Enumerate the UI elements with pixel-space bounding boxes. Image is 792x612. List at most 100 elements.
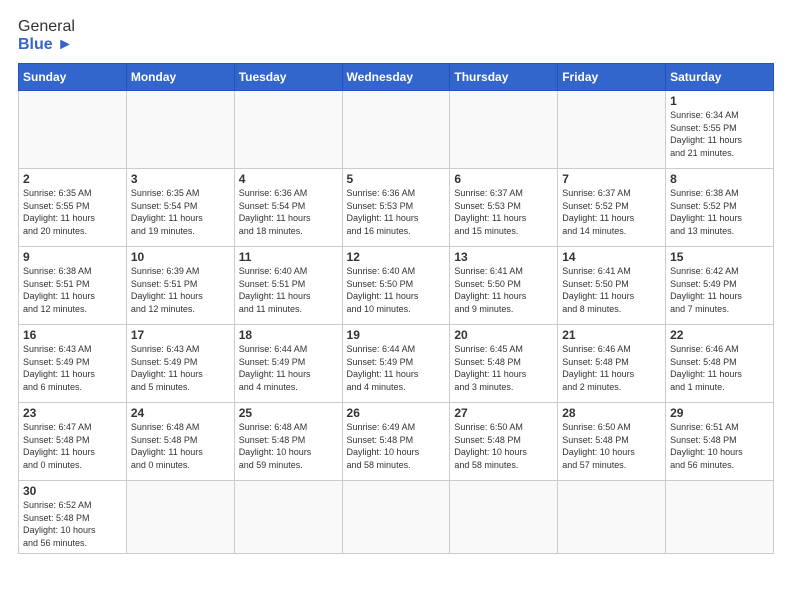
day-number: 4 — [239, 172, 338, 186]
day-number: 15 — [670, 250, 769, 264]
day-info: Sunrise: 6:48 AM Sunset: 5:48 PM Dayligh… — [239, 421, 338, 471]
calendar-cell: 20Sunrise: 6:45 AM Sunset: 5:48 PM Dayli… — [450, 325, 558, 403]
day-number: 16 — [23, 328, 122, 342]
day-info: Sunrise: 6:38 AM Sunset: 5:51 PM Dayligh… — [23, 265, 122, 315]
day-number: 14 — [562, 250, 661, 264]
day-info: Sunrise: 6:49 AM Sunset: 5:48 PM Dayligh… — [347, 421, 446, 471]
day-number: 29 — [670, 406, 769, 420]
calendar-cell: 29Sunrise: 6:51 AM Sunset: 5:48 PM Dayli… — [666, 403, 774, 481]
day-number: 21 — [562, 328, 661, 342]
day-info: Sunrise: 6:43 AM Sunset: 5:49 PM Dayligh… — [131, 343, 230, 393]
day-info: Sunrise: 6:41 AM Sunset: 5:50 PM Dayligh… — [454, 265, 553, 315]
day-number: 3 — [131, 172, 230, 186]
day-info: Sunrise: 6:44 AM Sunset: 5:49 PM Dayligh… — [239, 343, 338, 393]
day-number: 18 — [239, 328, 338, 342]
logo-general: General — [18, 18, 75, 36]
calendar-cell: 11Sunrise: 6:40 AM Sunset: 5:51 PM Dayli… — [234, 247, 342, 325]
day-info: Sunrise: 6:42 AM Sunset: 5:49 PM Dayligh… — [670, 265, 769, 315]
day-info: Sunrise: 6:47 AM Sunset: 5:48 PM Dayligh… — [23, 421, 122, 471]
day-number: 19 — [347, 328, 446, 342]
day-info: Sunrise: 6:41 AM Sunset: 5:50 PM Dayligh… — [562, 265, 661, 315]
calendar-cell — [666, 481, 774, 553]
calendar-cell — [342, 481, 450, 553]
day-number: 23 — [23, 406, 122, 420]
day-info: Sunrise: 6:35 AM Sunset: 5:54 PM Dayligh… — [131, 187, 230, 237]
calendar-cell: 30Sunrise: 6:52 AM Sunset: 5:48 PM Dayli… — [19, 481, 127, 553]
day-number: 13 — [454, 250, 553, 264]
col-header-thursday: Thursday — [450, 64, 558, 91]
day-number: 24 — [131, 406, 230, 420]
day-number: 27 — [454, 406, 553, 420]
calendar-week-row: 16Sunrise: 6:43 AM Sunset: 5:49 PM Dayli… — [19, 325, 774, 403]
day-info: Sunrise: 6:52 AM Sunset: 5:48 PM Dayligh… — [23, 499, 122, 549]
day-info: Sunrise: 6:37 AM Sunset: 5:52 PM Dayligh… — [562, 187, 661, 237]
col-header-tuesday: Tuesday — [234, 64, 342, 91]
logo-container: General Blue ► — [18, 18, 75, 53]
calendar-cell: 14Sunrise: 6:41 AM Sunset: 5:50 PM Dayli… — [558, 247, 666, 325]
page: General Blue ► SundayMondayTuesdayWednes… — [0, 0, 792, 564]
day-info: Sunrise: 6:40 AM Sunset: 5:51 PM Dayligh… — [239, 265, 338, 315]
calendar-cell: 22Sunrise: 6:46 AM Sunset: 5:48 PM Dayli… — [666, 325, 774, 403]
calendar-week-row: 9Sunrise: 6:38 AM Sunset: 5:51 PM Daylig… — [19, 247, 774, 325]
calendar-cell: 28Sunrise: 6:50 AM Sunset: 5:48 PM Dayli… — [558, 403, 666, 481]
day-info: Sunrise: 6:44 AM Sunset: 5:49 PM Dayligh… — [347, 343, 446, 393]
day-number: 20 — [454, 328, 553, 342]
calendar-header-row: SundayMondayTuesdayWednesdayThursdayFrid… — [19, 64, 774, 91]
day-number: 5 — [347, 172, 446, 186]
day-number: 9 — [23, 250, 122, 264]
calendar-cell: 3Sunrise: 6:35 AM Sunset: 5:54 PM Daylig… — [126, 169, 234, 247]
day-number: 17 — [131, 328, 230, 342]
day-info: Sunrise: 6:48 AM Sunset: 5:48 PM Dayligh… — [131, 421, 230, 471]
col-header-monday: Monday — [126, 64, 234, 91]
calendar-table: SundayMondayTuesdayWednesdayThursdayFrid… — [18, 63, 774, 553]
day-info: Sunrise: 6:45 AM Sunset: 5:48 PM Dayligh… — [454, 343, 553, 393]
day-number: 6 — [454, 172, 553, 186]
calendar-cell: 1Sunrise: 6:34 AM Sunset: 5:55 PM Daylig… — [666, 91, 774, 169]
col-header-sunday: Sunday — [19, 64, 127, 91]
day-info: Sunrise: 6:38 AM Sunset: 5:52 PM Dayligh… — [670, 187, 769, 237]
day-info: Sunrise: 6:34 AM Sunset: 5:55 PM Dayligh… — [670, 109, 769, 159]
day-number: 25 — [239, 406, 338, 420]
day-number: 12 — [347, 250, 446, 264]
calendar-cell — [234, 91, 342, 169]
col-header-saturday: Saturday — [666, 64, 774, 91]
calendar-cell: 4Sunrise: 6:36 AM Sunset: 5:54 PM Daylig… — [234, 169, 342, 247]
logo-blue: Blue ► — [18, 36, 73, 54]
day-info: Sunrise: 6:51 AM Sunset: 5:48 PM Dayligh… — [670, 421, 769, 471]
day-number: 7 — [562, 172, 661, 186]
calendar-cell: 10Sunrise: 6:39 AM Sunset: 5:51 PM Dayli… — [126, 247, 234, 325]
header: General Blue ► — [18, 18, 774, 53]
day-number: 28 — [562, 406, 661, 420]
calendar-cell: 21Sunrise: 6:46 AM Sunset: 5:48 PM Dayli… — [558, 325, 666, 403]
calendar-cell: 18Sunrise: 6:44 AM Sunset: 5:49 PM Dayli… — [234, 325, 342, 403]
day-info: Sunrise: 6:36 AM Sunset: 5:54 PM Dayligh… — [239, 187, 338, 237]
calendar-cell: 19Sunrise: 6:44 AM Sunset: 5:49 PM Dayli… — [342, 325, 450, 403]
calendar-cell: 27Sunrise: 6:50 AM Sunset: 5:48 PM Dayli… — [450, 403, 558, 481]
day-info: Sunrise: 6:43 AM Sunset: 5:49 PM Dayligh… — [23, 343, 122, 393]
calendar-cell — [450, 91, 558, 169]
calendar-cell — [558, 91, 666, 169]
col-header-friday: Friday — [558, 64, 666, 91]
calendar-week-row: 1Sunrise: 6:34 AM Sunset: 5:55 PM Daylig… — [19, 91, 774, 169]
calendar-cell: 6Sunrise: 6:37 AM Sunset: 5:53 PM Daylig… — [450, 169, 558, 247]
calendar-cell: 15Sunrise: 6:42 AM Sunset: 5:49 PM Dayli… — [666, 247, 774, 325]
calendar-week-row: 2Sunrise: 6:35 AM Sunset: 5:55 PM Daylig… — [19, 169, 774, 247]
calendar-cell: 17Sunrise: 6:43 AM Sunset: 5:49 PM Dayli… — [126, 325, 234, 403]
day-number: 10 — [131, 250, 230, 264]
day-info: Sunrise: 6:36 AM Sunset: 5:53 PM Dayligh… — [347, 187, 446, 237]
calendar-cell: 7Sunrise: 6:37 AM Sunset: 5:52 PM Daylig… — [558, 169, 666, 247]
calendar-cell: 2Sunrise: 6:35 AM Sunset: 5:55 PM Daylig… — [19, 169, 127, 247]
calendar-cell: 13Sunrise: 6:41 AM Sunset: 5:50 PM Dayli… — [450, 247, 558, 325]
day-number: 30 — [23, 484, 122, 498]
day-number: 26 — [347, 406, 446, 420]
calendar-cell — [558, 481, 666, 553]
day-info: Sunrise: 6:39 AM Sunset: 5:51 PM Dayligh… — [131, 265, 230, 315]
day-info: Sunrise: 6:40 AM Sunset: 5:50 PM Dayligh… — [347, 265, 446, 315]
day-info: Sunrise: 6:37 AM Sunset: 5:53 PM Dayligh… — [454, 187, 553, 237]
day-info: Sunrise: 6:46 AM Sunset: 5:48 PM Dayligh… — [670, 343, 769, 393]
col-header-wednesday: Wednesday — [342, 64, 450, 91]
calendar-cell: 5Sunrise: 6:36 AM Sunset: 5:53 PM Daylig… — [342, 169, 450, 247]
calendar-cell: 25Sunrise: 6:48 AM Sunset: 5:48 PM Dayli… — [234, 403, 342, 481]
calendar-cell: 23Sunrise: 6:47 AM Sunset: 5:48 PM Dayli… — [19, 403, 127, 481]
calendar-cell: 9Sunrise: 6:38 AM Sunset: 5:51 PM Daylig… — [19, 247, 127, 325]
